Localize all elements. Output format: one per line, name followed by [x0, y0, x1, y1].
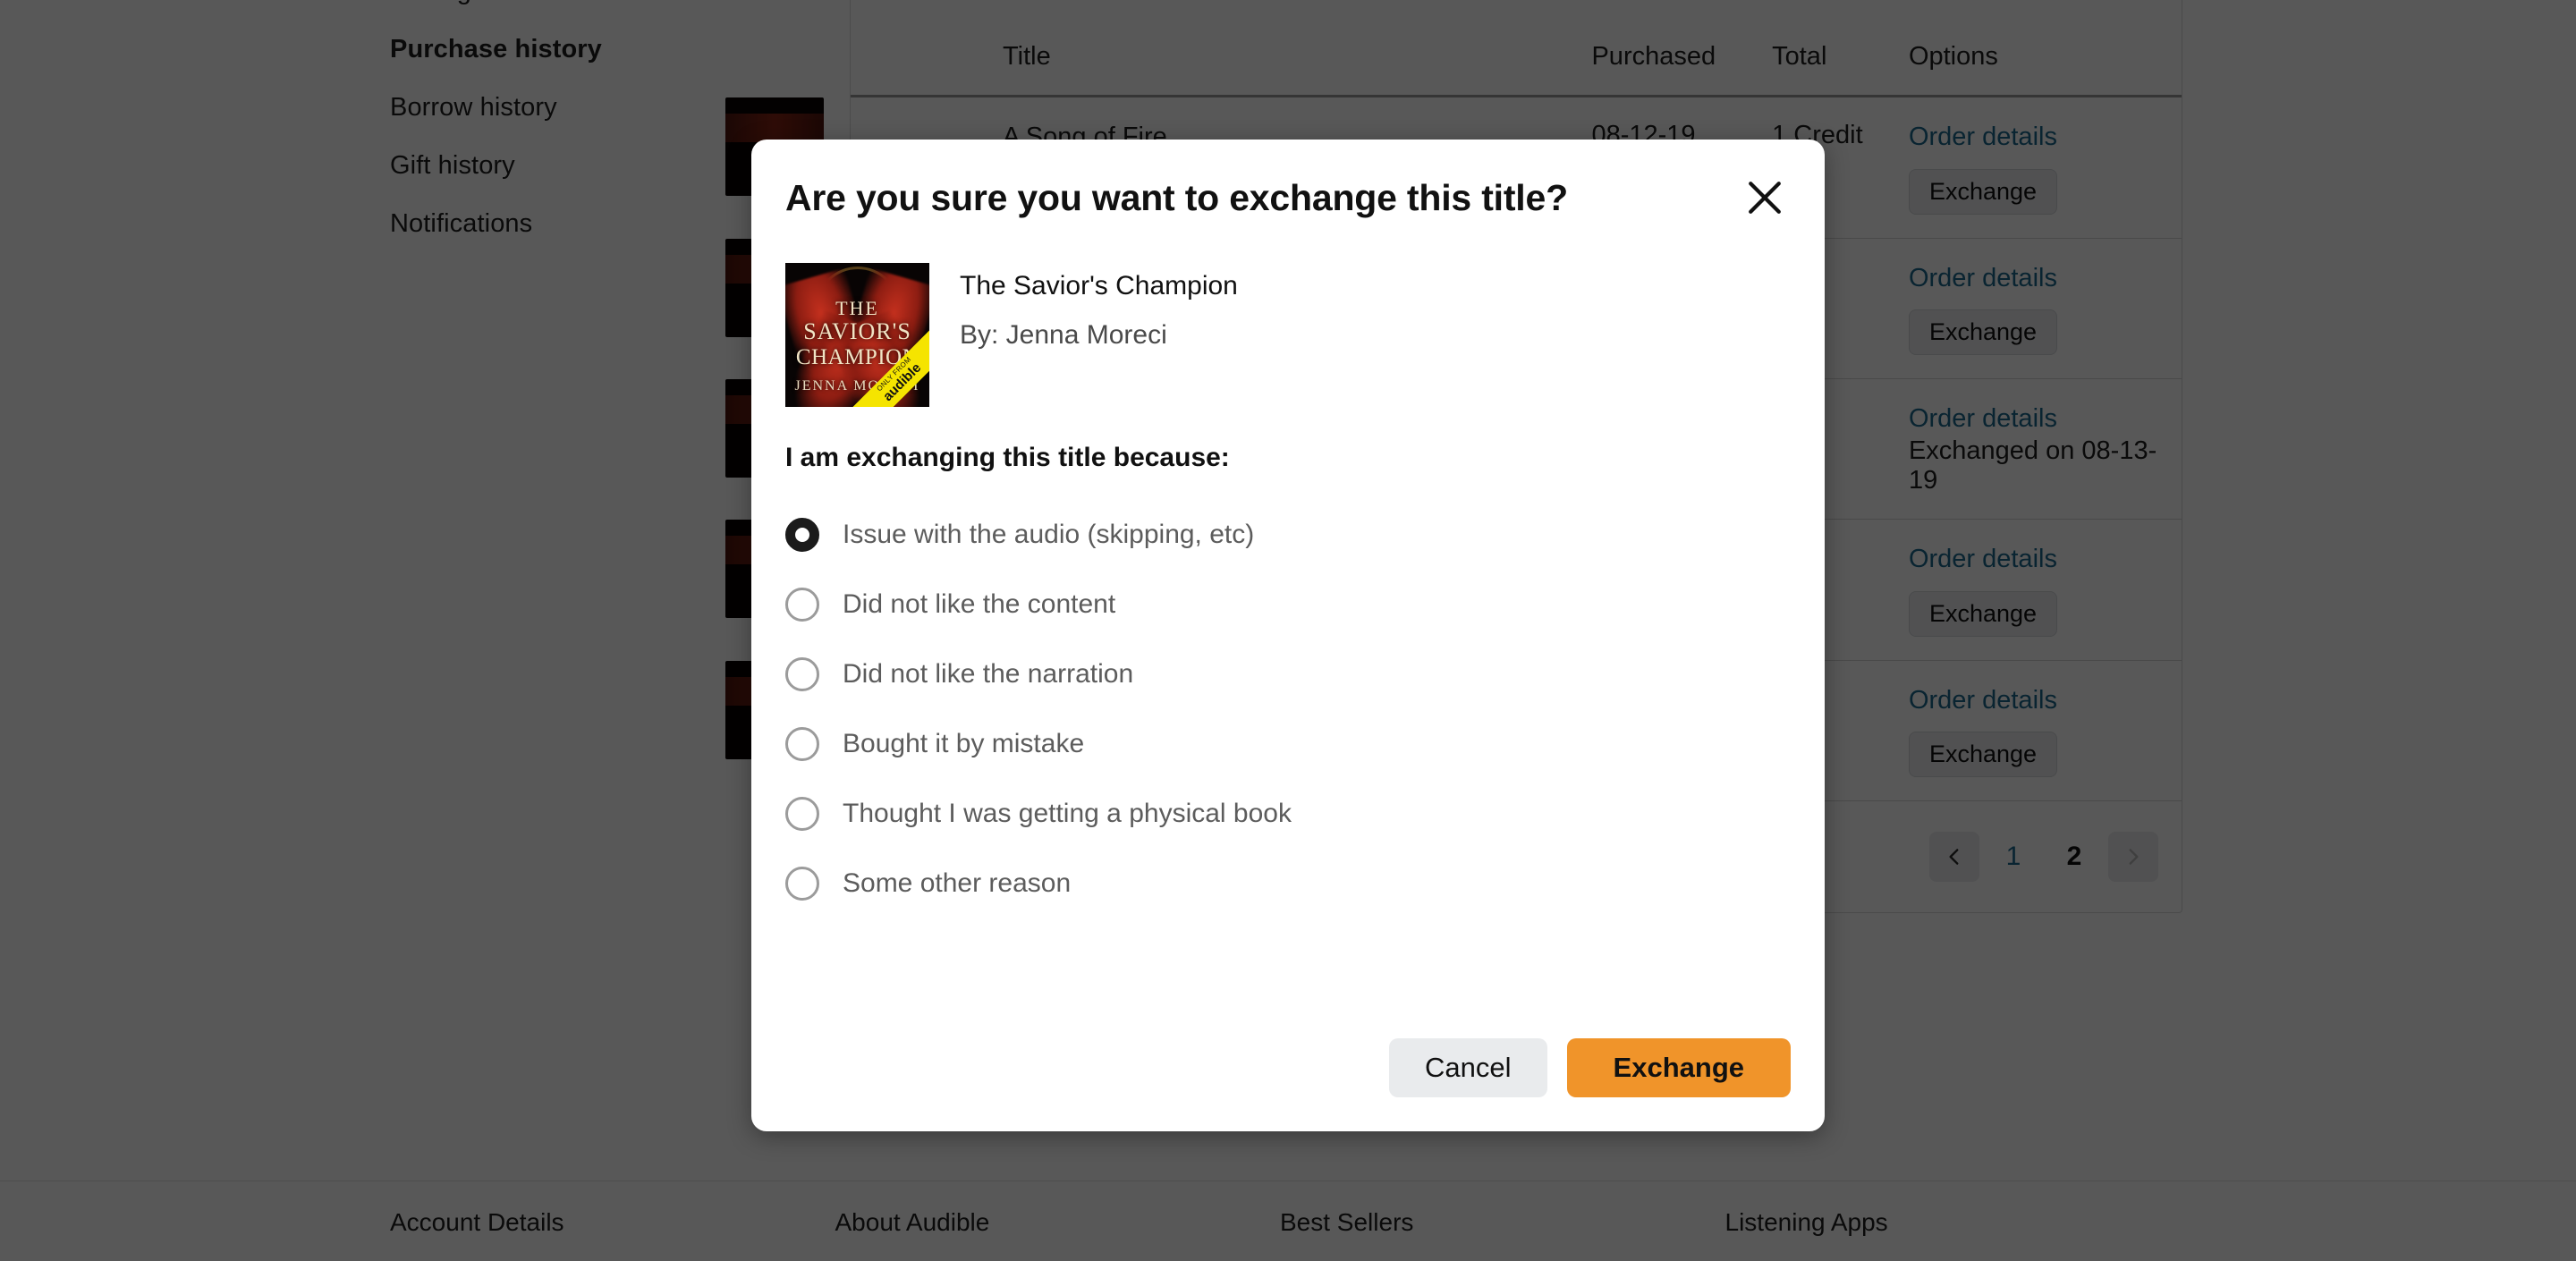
radio-option-other-reason[interactable]: Some other reason	[785, 849, 1791, 918]
book-cover-image: THE SAVIOR'S CHAMPION JENNA MORECI ONLY …	[785, 263, 929, 407]
radio-button[interactable]	[785, 588, 819, 622]
book-summary: THE SAVIOR'S CHAMPION JENNA MORECI ONLY …	[785, 263, 1791, 407]
confirm-exchange-button[interactable]: Exchange	[1566, 1038, 1791, 1097]
radio-option-label: Issue with the audio (skipping, etc)	[843, 520, 1255, 549]
radio-option-label: Some other reason	[843, 868, 1072, 898]
book-meta: The Savior's Champion By: Jenna Moreci	[960, 263, 1238, 407]
dialog-header: Are you sure you want to exchange this t…	[785, 140, 1791, 222]
exchange-confirmation-dialog: Are you sure you want to exchange this t…	[751, 140, 1825, 1131]
radio-button[interactable]	[785, 727, 819, 761]
radio-option-bought-by-mistake[interactable]: Bought it by mistake	[785, 709, 1791, 779]
radio-option-disliked-narration[interactable]: Did not like the narration	[785, 639, 1791, 709]
radio-option-label: Bought it by mistake	[843, 729, 1085, 758]
reason-radio-group: Issue with the audio (skipping, etc) Did…	[785, 500, 1791, 918]
reason-prompt: I am exchanging this title because:	[785, 443, 1230, 472]
radio-button-selected[interactable]	[785, 518, 819, 552]
radio-option-label: Thought I was getting a physical book	[843, 799, 1292, 828]
cancel-button[interactable]: Cancel	[1389, 1038, 1547, 1097]
radio-option-disliked-content[interactable]: Did not like the content	[785, 570, 1791, 639]
radio-option-audio-issue[interactable]: Issue with the audio (skipping, etc)	[785, 500, 1791, 570]
page-root: Settings Purchase history Borrow history…	[0, 0, 2576, 1261]
cover-title-line1: THE	[835, 297, 879, 319]
cover-title-line2: SAVIOR'S	[803, 318, 911, 345]
dialog-title: Are you sure you want to exchange this t…	[785, 177, 1568, 218]
book-title: The Savior's Champion	[960, 271, 1238, 300]
dialog-actions: Cancel Exchange	[1389, 1038, 1791, 1097]
radio-button[interactable]	[785, 657, 819, 691]
radio-option-label: Did not like the narration	[843, 659, 1134, 689]
book-author: By: Jenna Moreci	[960, 320, 1167, 350]
radio-option-label: Did not like the content	[843, 589, 1116, 619]
radio-button[interactable]	[785, 797, 819, 831]
close-icon[interactable]	[1741, 173, 1789, 222]
radio-option-expected-physical-book[interactable]: Thought I was getting a physical book	[785, 779, 1791, 849]
radio-button[interactable]	[785, 867, 819, 901]
